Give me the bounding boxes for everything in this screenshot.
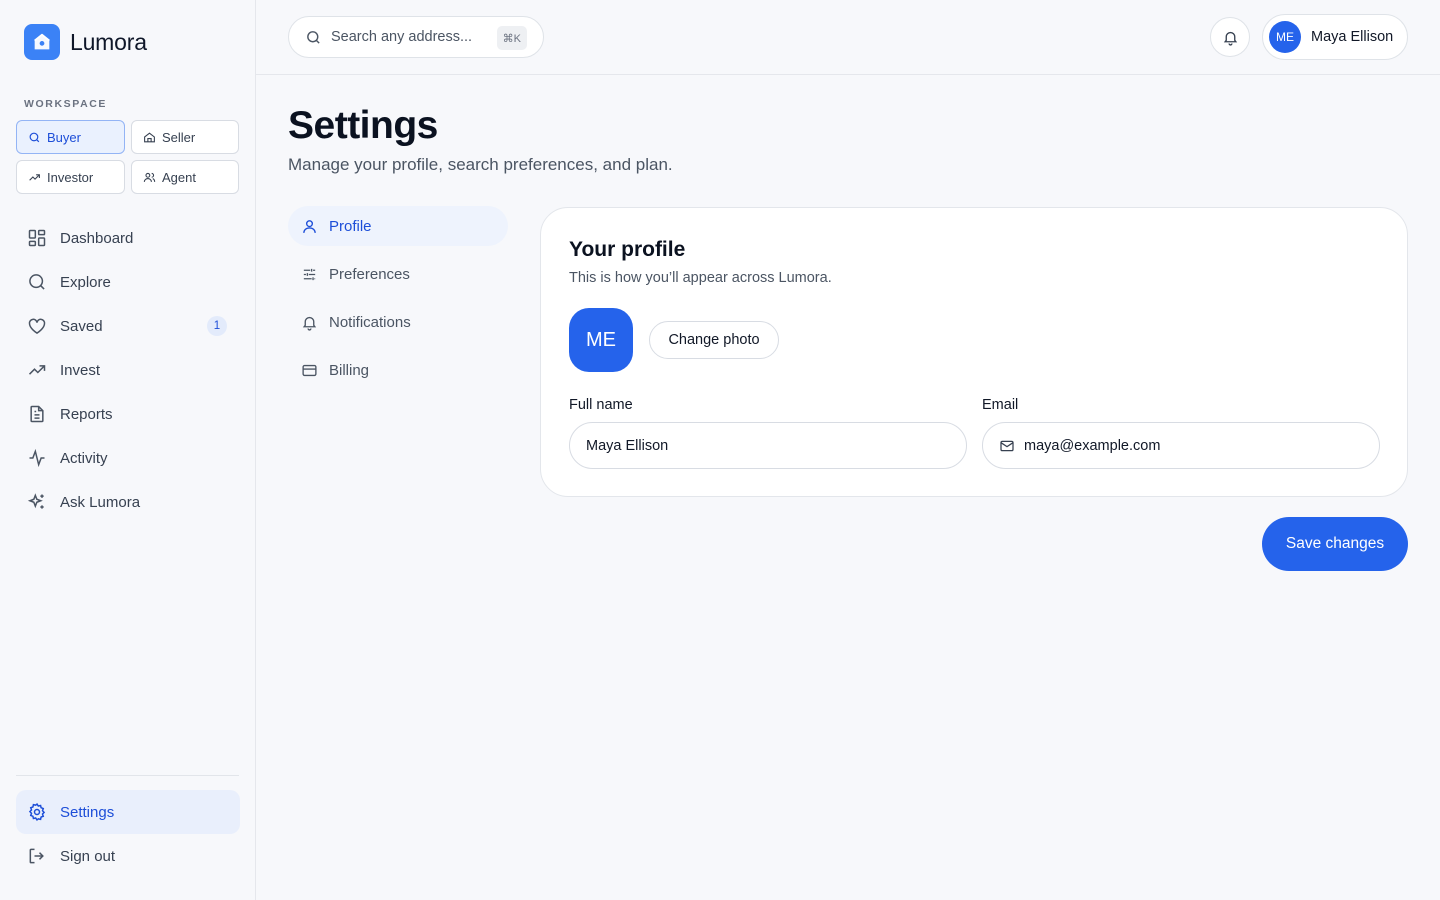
change-photo-button[interactable]: Change photo [649, 321, 779, 359]
settings-tab-label: Profile [329, 217, 372, 235]
dashboard-icon [27, 228, 47, 248]
page-subtitle: Manage your profile, search preferences,… [288, 155, 673, 174]
settings-tab-label: Billing [329, 361, 370, 379]
email-label: Email [982, 397, 1019, 413]
workspace-seller-button[interactable]: Seller [131, 120, 239, 154]
profile-avatar: ME [569, 308, 633, 372]
nav-item-reports[interactable]: Reports [16, 392, 240, 436]
nav-item-activity[interactable]: Activity [16, 436, 240, 480]
profile-card: Your profile This is how you’ll appear a… [540, 207, 1408, 497]
users-icon [143, 171, 156, 184]
profile-card-subtitle: This is how you’ll appear across Lumora. [569, 270, 832, 286]
nav-item-sign-out[interactable]: Sign out [16, 834, 240, 878]
nav-item-label: Reports [60, 405, 113, 423]
profile-card-title: Your profile [569, 238, 686, 261]
heart-icon [27, 316, 47, 336]
settings-tab-notifications[interactable]: Notifications [288, 302, 508, 342]
save-changes-button[interactable]: Save changes [1262, 517, 1408, 571]
sparkles-icon [27, 492, 47, 512]
nav-item-ask-lumora[interactable]: Ask Lumora [16, 480, 240, 524]
settings-tab-profile[interactable]: Profile [288, 206, 508, 246]
settings-tab-preferences[interactable]: Preferences [288, 254, 508, 294]
workspace-label: WORKSPACE [24, 98, 108, 110]
nav-item-label: Settings [60, 803, 115, 821]
nav-item-label: Dashboard [60, 229, 134, 247]
user-menu-button[interactable]: ME Maya Ellison [1262, 14, 1408, 60]
search-input[interactable] [331, 29, 491, 45]
search-icon [305, 29, 322, 46]
saved-count-badge: 1 [207, 316, 227, 336]
nav-item-settings[interactable]: Settings [16, 790, 240, 834]
full-name-input[interactable] [586, 437, 916, 454]
workspace-switcher: Buyer Seller Investor Agent [16, 120, 239, 194]
nav-item-invest[interactable]: Invest [16, 348, 240, 392]
bell-icon [301, 314, 318, 331]
nav-item-saved[interactable]: Saved 1 [16, 304, 240, 348]
nav-item-explore[interactable]: Explore [16, 260, 240, 304]
credit-card-icon [301, 362, 318, 379]
email-input[interactable] [1024, 437, 1354, 454]
trend-up-icon [28, 171, 41, 184]
sidebar: Lumora WORKSPACE Buyer Seller Investor A [0, 0, 256, 900]
settings-nav: Profile Preferences Notifications Billin… [288, 206, 508, 398]
settings-tab-label: Notifications [329, 313, 411, 331]
notifications-button[interactable] [1210, 17, 1250, 57]
workspace-investor-label: Investor [47, 169, 94, 185]
mail-icon [999, 438, 1015, 454]
nav-item-label: Saved [60, 317, 103, 335]
sidebar-bottom-nav: Settings Sign out [16, 790, 240, 878]
bell-icon [1222, 29, 1239, 46]
nav-item-label: Invest [60, 361, 101, 379]
activity-icon [27, 448, 47, 468]
workspace-agent-label: Agent [162, 169, 196, 185]
main-nav: Dashboard Explore Saved 1 Invest Reports… [16, 216, 240, 524]
brand[interactable]: Lumora [24, 24, 147, 60]
sliders-icon [301, 266, 318, 283]
nav-item-dashboard[interactable]: Dashboard [16, 216, 240, 260]
workspace-agent-button[interactable]: Agent [131, 160, 239, 194]
email-field[interactable] [982, 422, 1380, 469]
document-icon [27, 404, 47, 424]
lumora-logo-icon [24, 24, 60, 60]
nav-item-label: Explore [60, 273, 111, 291]
workspace-buyer-label: Buyer [47, 129, 81, 145]
search-shortcut-hint: ⌘K [496, 26, 527, 50]
workspace-buyer-button[interactable]: Buyer [16, 120, 125, 154]
user-name: Maya Ellison [1311, 29, 1394, 45]
workspace-seller-label: Seller [162, 129, 196, 145]
nav-item-label: Activity [60, 449, 108, 467]
search-icon [28, 131, 41, 144]
search-bar[interactable]: ⌘K [288, 16, 544, 58]
top-bar: ⌘K ME Maya Ellison [256, 0, 1440, 75]
home-icon [143, 131, 156, 144]
sign-out-icon [27, 846, 47, 866]
settings-tab-label: Preferences [329, 265, 410, 283]
brand-name: Lumora [70, 28, 147, 55]
workspace-investor-button[interactable]: Investor [16, 160, 125, 194]
gear-icon [27, 802, 47, 822]
trend-up-icon [27, 360, 47, 380]
avatar: ME [1269, 21, 1301, 53]
user-icon [301, 218, 318, 235]
full-name-field[interactable] [569, 422, 967, 469]
nav-item-label: Sign out [60, 847, 116, 865]
page-title: Settings [288, 104, 438, 147]
settings-tab-billing[interactable]: Billing [288, 350, 508, 390]
sidebar-divider [16, 775, 239, 776]
search-icon [27, 272, 47, 292]
nav-item-label: Ask Lumora [60, 493, 141, 511]
full-name-label: Full name [569, 397, 633, 413]
